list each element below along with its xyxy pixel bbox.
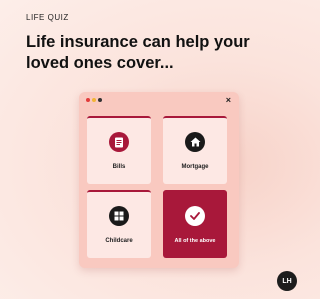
check-icon (185, 206, 205, 226)
quiz-headline: Life insurance can help your loved ones … (26, 33, 250, 72)
option-card-bills[interactable]: Bills (87, 116, 151, 184)
option-card-childcare[interactable]: Childcare (87, 190, 151, 258)
option-card-all-of-the-above[interactable]: All of the above (163, 190, 227, 258)
quiz-window: × Bills Mortgage Childcare All of the ab… (79, 92, 239, 268)
blocks-icon (109, 206, 129, 226)
document-icon (109, 132, 129, 152)
window-dot-yellow (92, 98, 96, 102)
option-label: All of the above (174, 238, 216, 244)
option-label: Mortgage (181, 164, 209, 170)
home-icon (185, 132, 205, 152)
window-dot-red (86, 98, 90, 102)
quiz-eyebrow: LIFE QUIZ (26, 13, 69, 22)
option-label: Childcare (105, 238, 133, 244)
close-icon[interactable]: × (226, 95, 231, 105)
option-card-mortgage[interactable]: Mortgage (163, 116, 227, 184)
window-dot-dark (98, 98, 102, 102)
brand-logo: LH (277, 271, 297, 291)
window-controls (86, 98, 102, 102)
option-label: Bills (112, 164, 126, 170)
